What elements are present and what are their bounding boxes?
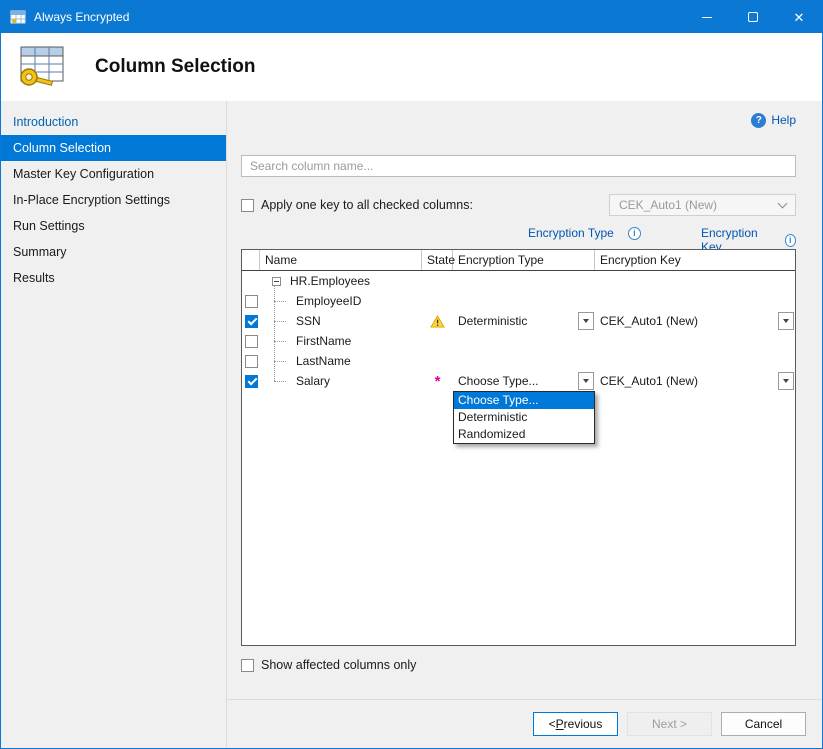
- close-button[interactable]: ✕: [776, 1, 822, 33]
- sidebar-item-label: Summary: [13, 245, 66, 259]
- columns-table: Name State Encryption Type Encryption Ke…: [241, 249, 796, 646]
- apply-one-key-checkbox[interactable]: [241, 199, 254, 212]
- footer-bar: < Previous Next > Cancel: [227, 699, 822, 748]
- encryption-key-combo-salary[interactable]: CEK_Auto1 (New): [595, 371, 795, 391]
- maximize-button[interactable]: [730, 1, 776, 33]
- column-name: Salary: [296, 374, 330, 388]
- combo-value: Choose Type...: [453, 374, 539, 388]
- encryption-key-info-icon[interactable]: [785, 234, 796, 247]
- help-link[interactable]: Help: [771, 113, 796, 127]
- table-row[interactable]: EmployeeID: [242, 291, 795, 311]
- column-name: FirstName: [296, 334, 351, 348]
- column-selection-panel: Help Apply one key to all checked column…: [227, 101, 822, 699]
- tree-guide-line: [274, 286, 275, 381]
- search-column-input[interactable]: [241, 155, 796, 177]
- minimize-button[interactable]: [684, 1, 730, 33]
- next-button[interactable]: Next >: [627, 712, 712, 736]
- header-encryption-type: Encryption Type: [453, 250, 595, 270]
- table-group-label: HR.Employees: [290, 274, 370, 288]
- table-row[interactable]: LastName: [242, 351, 795, 371]
- table-row[interactable]: Salary * Choose Type... CEK_Auto1 (New): [242, 371, 795, 391]
- previous-button[interactable]: < Previous: [533, 712, 618, 736]
- column-selection-icon: [15, 44, 67, 90]
- table-row[interactable]: FirstName: [242, 331, 795, 351]
- row-checkbox-salary[interactable]: [245, 375, 258, 388]
- tree-line: [274, 321, 286, 322]
- encryption-type-combo-ssn[interactable]: Deterministic: [453, 311, 595, 331]
- cancel-button[interactable]: Cancel: [721, 712, 806, 736]
- table-row-group[interactable]: HR.Employees: [242, 271, 795, 291]
- column-name: EmployeeID: [296, 294, 361, 308]
- header-checkbox-column: [242, 250, 260, 270]
- tree-collapse-icon[interactable]: [272, 277, 281, 286]
- row-checkbox-lastname[interactable]: [245, 355, 258, 368]
- sidebar-item-label: Column Selection: [13, 141, 111, 155]
- page-header: Column Selection: [1, 33, 822, 101]
- dropdown-arrow-icon[interactable]: [778, 372, 794, 390]
- always-encrypted-dialog: Always Encrypted ✕ Column Selection Intr: [0, 0, 823, 749]
- window-title: Always Encrypted: [34, 10, 684, 24]
- sidebar-item-in-place-encryption-settings[interactable]: In-Place Encryption Settings: [1, 187, 226, 213]
- apply-key-dropdown-value: CEK_Auto1 (New): [619, 198, 717, 212]
- header-encryption-key: Encryption Key: [595, 250, 795, 270]
- show-affected-columns-label: Show affected columns only: [261, 658, 416, 672]
- encryption-key-combo-ssn[interactable]: CEK_Auto1 (New): [595, 311, 795, 331]
- required-icon: *: [435, 374, 441, 389]
- tree-line: [274, 301, 286, 302]
- help-icon: [751, 113, 766, 128]
- sidebar-item-label: Results: [13, 271, 55, 285]
- combo-value: CEK_Auto1 (New): [595, 374, 698, 388]
- table-header-row: Name State Encryption Type Encryption Ke…: [242, 250, 795, 271]
- chevron-down-icon: [778, 199, 788, 209]
- previous-button-prefix: <: [549, 717, 556, 731]
- page-title: Column Selection: [95, 56, 255, 78]
- previous-button-accesskey: P: [556, 717, 564, 731]
- tree-line: [274, 361, 286, 362]
- sidebar-item-label: Master Key Configuration: [13, 167, 154, 181]
- show-affected-columns-checkbox[interactable]: [241, 659, 254, 672]
- dropdown-option-choose-type[interactable]: Choose Type...: [454, 392, 594, 409]
- combo-value: Deterministic: [453, 314, 527, 328]
- encryption-type-link[interactable]: Encryption Type: [528, 226, 614, 240]
- previous-button-rest: revious: [564, 717, 603, 731]
- encryption-type-combo-salary[interactable]: Choose Type...: [453, 371, 595, 391]
- maximize-icon: [748, 12, 758, 22]
- wizard-steps-sidebar: Introduction Column Selection Master Key…: [1, 101, 227, 748]
- sidebar-item-label: In-Place Encryption Settings: [13, 193, 170, 207]
- sidebar-item-master-key-configuration[interactable]: Master Key Configuration: [1, 161, 226, 187]
- sidebar-item-column-selection[interactable]: Column Selection: [1, 135, 226, 161]
- sidebar-item-results[interactable]: Results: [1, 265, 226, 291]
- header-state: State: [422, 250, 453, 270]
- dropdown-arrow-icon[interactable]: [578, 312, 594, 330]
- encryption-type-info-icon[interactable]: [628, 227, 641, 240]
- dropdown-option-randomized[interactable]: Randomized: [454, 426, 594, 443]
- column-name: SSN: [296, 314, 321, 328]
- sidebar-item-run-settings[interactable]: Run Settings: [1, 213, 226, 239]
- tree-line: [274, 381, 286, 382]
- column-name: LastName: [296, 354, 351, 368]
- combo-value: CEK_Auto1 (New): [595, 314, 698, 328]
- dropdown-option-deterministic[interactable]: Deterministic: [454, 409, 594, 426]
- row-checkbox-employeeid[interactable]: [245, 295, 258, 308]
- dropdown-arrow-icon[interactable]: [578, 372, 594, 390]
- sidebar-item-label: Introduction: [13, 115, 78, 129]
- table-row[interactable]: SSN Deterministic: [242, 311, 795, 331]
- row-checkbox-firstname[interactable]: [245, 335, 258, 348]
- apply-key-dropdown[interactable]: CEK_Auto1 (New): [609, 194, 796, 216]
- close-icon: ✕: [794, 11, 805, 24]
- warning-icon: [430, 315, 445, 328]
- header-name: Name: [260, 250, 422, 270]
- app-icon: [10, 9, 26, 25]
- sidebar-item-summary[interactable]: Summary: [1, 239, 226, 265]
- titlebar: Always Encrypted ✕: [1, 1, 822, 33]
- tree-line: [274, 341, 286, 342]
- row-checkbox-ssn[interactable]: [245, 315, 258, 328]
- sidebar-item-label: Run Settings: [13, 219, 85, 233]
- minimize-icon: [702, 17, 712, 18]
- encryption-type-dropdown-list: Choose Type... Deterministic Randomized: [453, 391, 595, 444]
- sidebar-item-introduction[interactable]: Introduction: [1, 109, 226, 135]
- dropdown-arrow-icon[interactable]: [778, 312, 794, 330]
- apply-one-key-label: Apply one key to all checked columns:: [261, 198, 473, 212]
